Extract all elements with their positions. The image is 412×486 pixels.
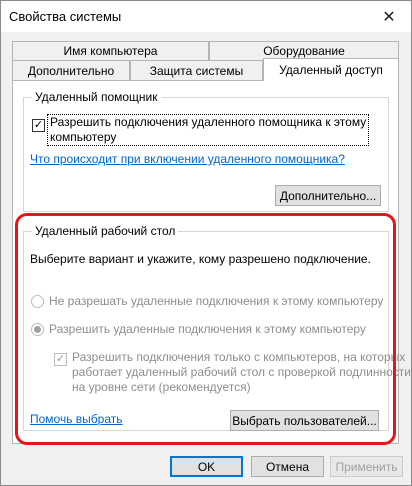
- tab-computer-name[interactable]: Имя компьютера: [12, 41, 209, 60]
- system-properties-window: Свойства системы ✕ Имя компьютера Оборуд…: [0, 0, 412, 486]
- remote-assistance-group: Удаленный помощник ✓ Разрешить подключен…: [23, 90, 389, 212]
- remote-desktop-title: Удаленный рабочий стол: [32, 224, 179, 238]
- apply-button-label: Применить: [335, 459, 398, 474]
- nla-checkbox[interactable]: ✓: [54, 353, 67, 366]
- radio-allow-label[interactable]: Разрешить удаленные подключения к этому …: [49, 322, 366, 336]
- ok-button[interactable]: OK: [170, 456, 243, 477]
- title-bar[interactable]: Свойства системы ✕: [1, 1, 411, 32]
- window-title: Свойства системы: [9, 9, 122, 24]
- remote-assistance-checkbox[interactable]: ✓: [32, 119, 45, 132]
- advanced-button-label: Дополнительно...: [279, 188, 377, 203]
- radio-selected-dot: [34, 326, 41, 333]
- advanced-button[interactable]: Дополнительно...: [275, 185, 381, 206]
- nla-label-line2: работает удаленный рабочий стол с провер…: [72, 365, 411, 379]
- remote-assistance-title: Удаленный помощник: [32, 90, 161, 104]
- tab-advanced[interactable]: Дополнительно: [12, 60, 130, 80]
- tab-label: Оборудование: [263, 44, 345, 58]
- tab-label: Дополнительно: [27, 63, 115, 78]
- remote-desktop-group: Удаленный рабочий стол Выберите вариант …: [23, 224, 411, 431]
- select-users-button[interactable]: Выбрать пользователей...: [230, 410, 379, 431]
- remote-assistance-label-line2: компьютеру: [50, 130, 117, 144]
- nla-label-line1: Разрешить подключения только с компьютер…: [72, 350, 406, 364]
- cancel-button-label: Отмена: [265, 459, 310, 474]
- radio-allow-remote[interactable]: [31, 323, 44, 336]
- apply-button[interactable]: Применить: [330, 456, 403, 477]
- cancel-button[interactable]: Отмена: [251, 456, 324, 477]
- radio-deny-label[interactable]: Не разрешать удаленные подключения к это…: [49, 294, 383, 308]
- help-me-choose-link[interactable]: Помочь выбрать: [30, 412, 123, 426]
- remote-desktop-prompt: Выберите вариант и укажите, кому разреше…: [30, 252, 371, 266]
- remote-assistance-label-line1: Разрешить подключения удаленного помощни…: [50, 115, 367, 129]
- tab-remote[interactable]: Удаленный доступ: [263, 58, 399, 81]
- nla-label[interactable]: Разрешить подключения только с компьютер…: [72, 350, 411, 395]
- radio-deny-remote[interactable]: [31, 295, 44, 308]
- remote-assistance-checkbox-label[interactable]: Разрешить подключения удаленного помощни…: [46, 114, 370, 146]
- ok-button-label: OK: [197, 459, 216, 474]
- tab-system-protection[interactable]: Защита системы: [130, 60, 263, 80]
- tab-label: Удаленный доступ: [279, 63, 383, 77]
- tab-label: Защита системы: [149, 63, 244, 78]
- remote-assistance-help-link[interactable]: Что происходит при включении удаленного …: [30, 152, 345, 166]
- checkmark-icon: ✓: [33, 119, 44, 131]
- select-users-button-label: Выбрать пользователей...: [232, 413, 377, 428]
- tab-label: Имя компьютера: [63, 44, 158, 58]
- tab-panel-remote: Удаленный помощник ✓ Разрешить подключен…: [12, 80, 411, 444]
- checkmark-icon: ✓: [55, 353, 66, 365]
- close-icon[interactable]: ✕: [367, 1, 411, 32]
- nla-label-line3: на уровне сети (рекомендуется): [72, 380, 251, 394]
